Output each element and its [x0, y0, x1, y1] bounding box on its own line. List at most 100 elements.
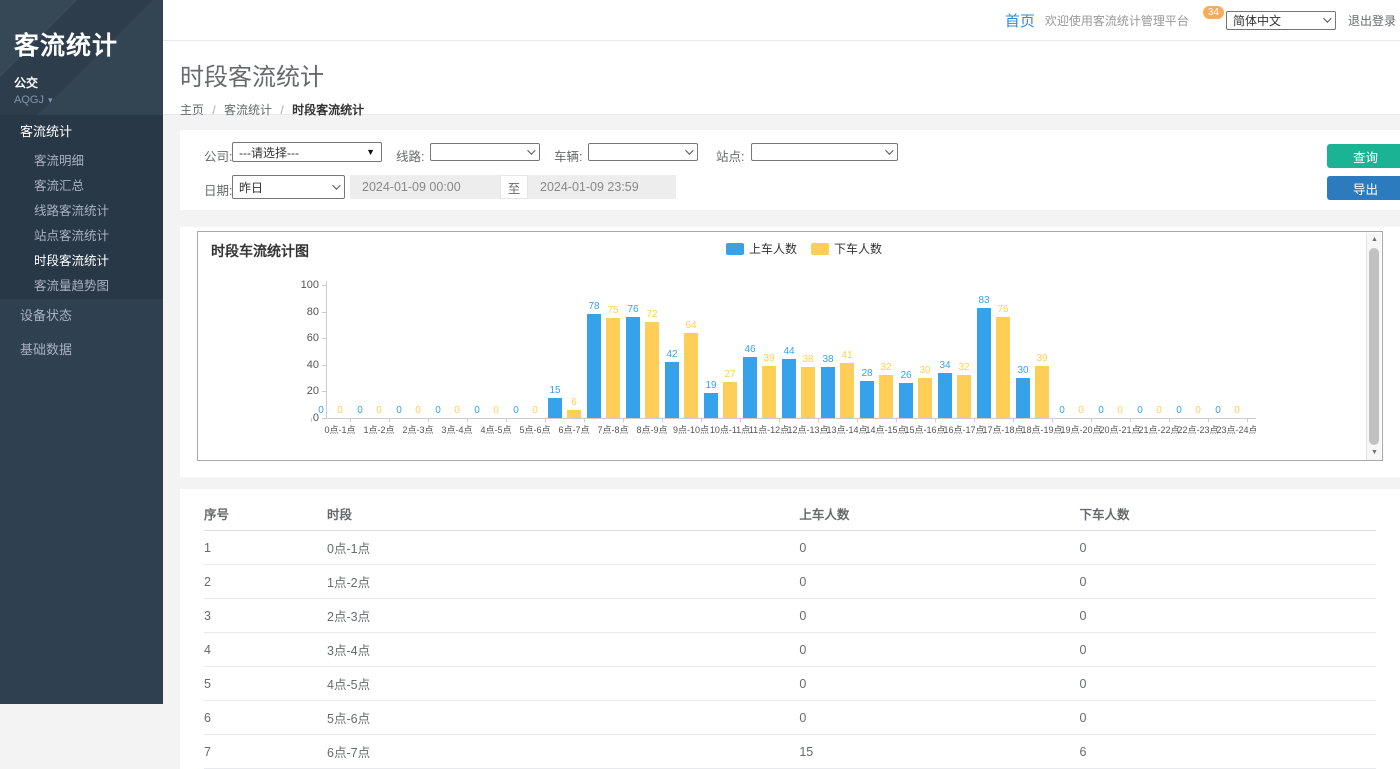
date-label: 日期:: [204, 180, 232, 199]
bar-上车人数: [782, 359, 796, 418]
company-select[interactable]: ---请选择--- ▼: [232, 142, 382, 162]
x-tick-mark: [1091, 418, 1092, 422]
data-table: 序号时段上车人数下车人数 10点-1点0021点-2点0032点-3点0043点…: [204, 497, 1376, 769]
table-header-下车人数: 下车人数: [1079, 497, 1376, 531]
table-cell: 6点-7点: [327, 735, 799, 769]
date-preset-select[interactable]: 昨日: [232, 175, 345, 199]
x-tick-mark: [1013, 418, 1014, 422]
scroll-down-icon[interactable]: ▼: [1367, 446, 1382, 460]
y-tick-label: 20: [279, 385, 319, 397]
sidebar-item-客流统计[interactable]: 客流统计: [0, 115, 163, 149]
y-tick-mark: [322, 312, 326, 313]
x-tick-mark: [779, 418, 780, 422]
x-tick-mark: [350, 418, 351, 422]
bar-上车人数: [938, 373, 952, 418]
table-header-上车人数: 上车人数: [799, 497, 1079, 531]
app-logo: 客流统计: [14, 26, 149, 62]
sidebar-subitem-时段客流统计[interactable]: 时段客流统计: [0, 249, 163, 274]
line-label: 线路:: [396, 146, 424, 165]
nav-section-客流统计: 客流统计客流明细客流汇总线路客流统计站点客流统计时段客流统计客流量趋势图: [0, 115, 163, 299]
x-tick-mark: [545, 418, 546, 422]
table-cell: 0: [1079, 599, 1376, 633]
sidebar-subitem-客流汇总[interactable]: 客流汇总: [0, 174, 163, 199]
table-row: 43点-4点00: [204, 633, 1376, 667]
y-tick-label: 40: [279, 359, 319, 371]
scroll-up-icon[interactable]: ▲: [1367, 233, 1382, 247]
y-axis-line: [326, 281, 327, 419]
x-tick-mark: [935, 418, 936, 422]
logout-link[interactable]: 退出登录: [1348, 12, 1396, 29]
sidebar-nav: 客流统计客流明细客流汇总线路客流统计站点客流统计时段客流统计客流量趋势图设备状态…: [0, 115, 163, 367]
station-select[interactable]: [751, 143, 898, 161]
y-tick-label: 100: [279, 279, 319, 291]
sidebar-subitem-线路客流统计[interactable]: 线路客流统计: [0, 199, 163, 224]
chevron-down-icon: [685, 146, 693, 154]
breadcrumb-home[interactable]: 主页: [180, 103, 204, 117]
x-tick-mark: [389, 418, 390, 422]
filter-panel: 公司: ---请选择--- ▼ 线路: 车辆: 站点: 日期: 昨日: [180, 130, 1400, 210]
vehicle-select[interactable]: [588, 143, 698, 161]
sidebar-item-设备状态[interactable]: 设备状态: [0, 299, 163, 333]
table-cell: 0: [799, 633, 1079, 667]
sidebar-subitem-客流量趋势图[interactable]: 客流量趋势图: [0, 274, 163, 299]
bar-下车人数: [762, 366, 776, 418]
table-cell: 0: [799, 565, 1079, 599]
export-button[interactable]: 导出: [1327, 176, 1400, 200]
date-end-input[interactable]: 2024-01-09 23:59: [528, 175, 676, 199]
bar-value-label: 64: [676, 320, 706, 331]
x-tick-mark: [1169, 418, 1170, 422]
notification-badge[interactable]: 34: [1203, 6, 1224, 19]
breadcrumb-separator: /: [212, 103, 215, 117]
table-cell: 6: [1079, 735, 1376, 769]
bar-value-label: 0: [1222, 405, 1252, 416]
chart-scrollbar[interactable]: ▲ ▼: [1366, 233, 1381, 460]
sidebar-subitem-站点客流统计[interactable]: 站点客流统计: [0, 224, 163, 249]
table-cell: 0: [1079, 565, 1376, 599]
x-tick-mark: [1208, 418, 1209, 422]
date-range-separator: 至: [500, 175, 528, 199]
bar-下车人数: [879, 375, 893, 418]
topbar-home-link[interactable]: 首页: [1005, 10, 1035, 31]
chevron-down-icon: [885, 146, 893, 154]
table-body: 10点-1点0021点-2点0032点-3点0043点-4点0054点-5点00…: [204, 531, 1376, 769]
breadcrumb-current: 时段客流统计: [292, 103, 364, 117]
table-cell: 1点-2点: [327, 565, 799, 599]
dropdown-arrow-icon: ▼: [366, 147, 375, 157]
date-start-input[interactable]: 2024-01-09 00:00: [350, 175, 500, 199]
table-cell: 3点-4点: [327, 633, 799, 667]
x-tick-mark: [428, 418, 429, 422]
breadcrumb-section[interactable]: 客流统计: [224, 103, 272, 117]
table-cell: 0: [799, 701, 1079, 735]
y-tick-mark: [322, 338, 326, 339]
x-tick-mark: [1247, 418, 1248, 422]
y-tick-mark: [322, 365, 326, 366]
user-dropdown[interactable]: AQGJ▾: [14, 94, 149, 106]
chevron-down-icon: [332, 181, 340, 189]
sidebar-item-基础数据[interactable]: 基础数据: [0, 333, 163, 367]
chevron-down-icon: [1323, 14, 1331, 22]
table-cell: 0点-1点: [327, 531, 799, 565]
scrollbar-thumb[interactable]: [1369, 248, 1379, 445]
x-tick-mark: [857, 418, 858, 422]
table-cell: 1: [204, 531, 327, 565]
table-cell: 0: [799, 599, 1079, 633]
main-area: 首页 欢迎使用客流统计管理平台 34 简体中文 退出登录 时段客流统计 主页 /…: [163, 0, 1400, 704]
x-tick-mark: [701, 418, 702, 422]
bar-上车人数: [899, 383, 913, 418]
bar-value-label: 76: [988, 304, 1018, 315]
language-select[interactable]: 简体中文: [1226, 11, 1336, 30]
query-button[interactable]: 查询: [1327, 144, 1400, 168]
x-tick-mark: [584, 418, 585, 422]
table-header-序号: 序号: [204, 497, 327, 531]
line-select[interactable]: [430, 143, 540, 161]
table-header-row: 序号时段上车人数下车人数: [204, 497, 1376, 531]
bar-value-label: 15: [540, 385, 570, 396]
content: 公司: ---请选择--- ▼ 线路: 车辆: 站点: 日期: 昨日: [163, 115, 1400, 769]
sidebar-subitem-客流明细[interactable]: 客流明细: [0, 149, 163, 174]
user-name: AQGJ: [14, 94, 44, 106]
table-panel: 序号时段上车人数下车人数 10点-1点0021点-2点0032点-3点0043点…: [180, 489, 1400, 769]
bar-value-label: 39: [1027, 353, 1057, 364]
table-cell: 0: [799, 667, 1079, 701]
page-heading: 时段客流统计 主页 / 客流统计 / 时段客流统计: [163, 41, 1400, 115]
x-tick-mark: [974, 418, 975, 422]
